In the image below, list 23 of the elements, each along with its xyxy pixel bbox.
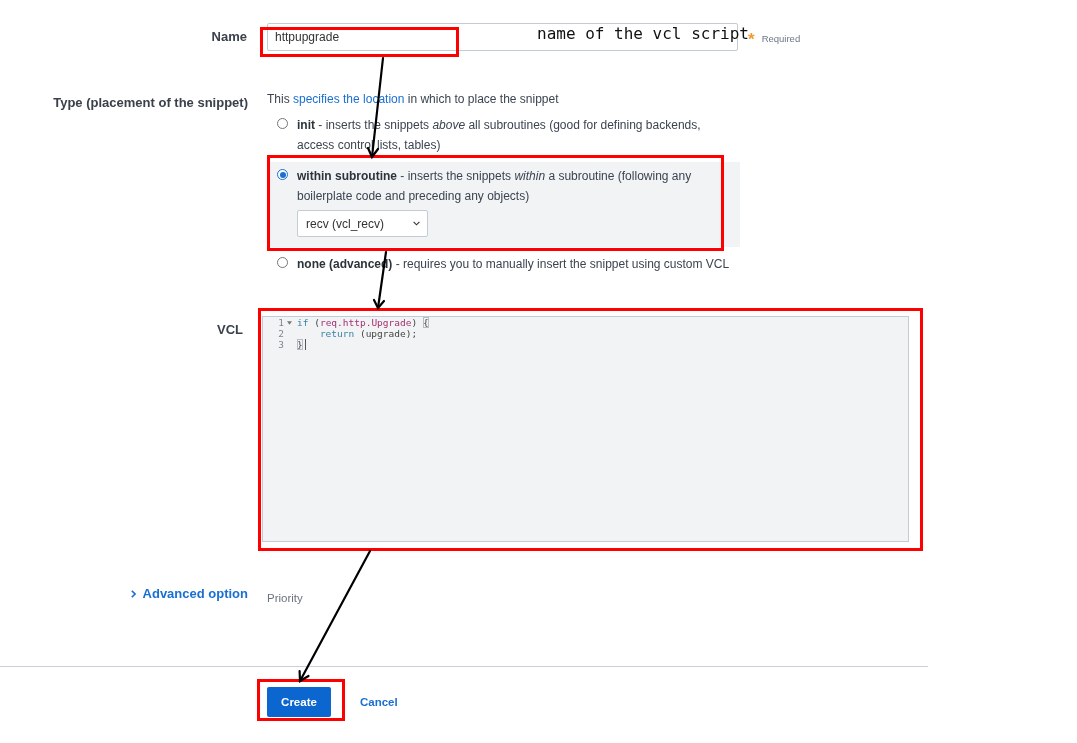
required-marker: * bbox=[748, 29, 755, 47]
link-button[interactable]: Cancel bbox=[360, 696, 398, 708]
line-number: 3 bbox=[277, 339, 284, 350]
primary-button[interactable]: Create bbox=[267, 687, 331, 717]
priority-label: Priority bbox=[267, 591, 304, 606]
vcl-label: VCL bbox=[216, 321, 244, 339]
subroutine-select[interactable]: recv (vcl_recv) bbox=[297, 210, 428, 237]
radio-button[interactable] bbox=[277, 257, 288, 268]
advanced-option-toggle[interactable]: Advanced option bbox=[130, 585, 248, 603]
caret-icon bbox=[413, 221, 420, 226]
radio-button[interactable] bbox=[277, 169, 288, 180]
code-line: if (req.http.Upgrade) { bbox=[297, 317, 429, 328]
radio-button[interactable] bbox=[277, 118, 288, 129]
code-editor[interactable]: 1 if (req.http.Upgrade) { 2 return (upgrade); 3 } bbox=[262, 316, 909, 542]
option-description: within subroutine - inserts the snippets within a subroutine (following any boilerplate code and preceding any objects) bbox=[297, 168, 693, 205]
code-line: return (upgrade); bbox=[318, 328, 418, 339]
required-text: Required bbox=[761, 31, 801, 44]
type-label: Type (placement of the snippet) bbox=[52, 94, 248, 112]
line-number: 2 bbox=[277, 328, 284, 339]
line-number: 1 bbox=[277, 317, 284, 328]
name-label: Name bbox=[210, 28, 248, 46]
fold-triangle-icon[interactable] bbox=[287, 320, 292, 325]
code-line: } bbox=[297, 339, 303, 350]
